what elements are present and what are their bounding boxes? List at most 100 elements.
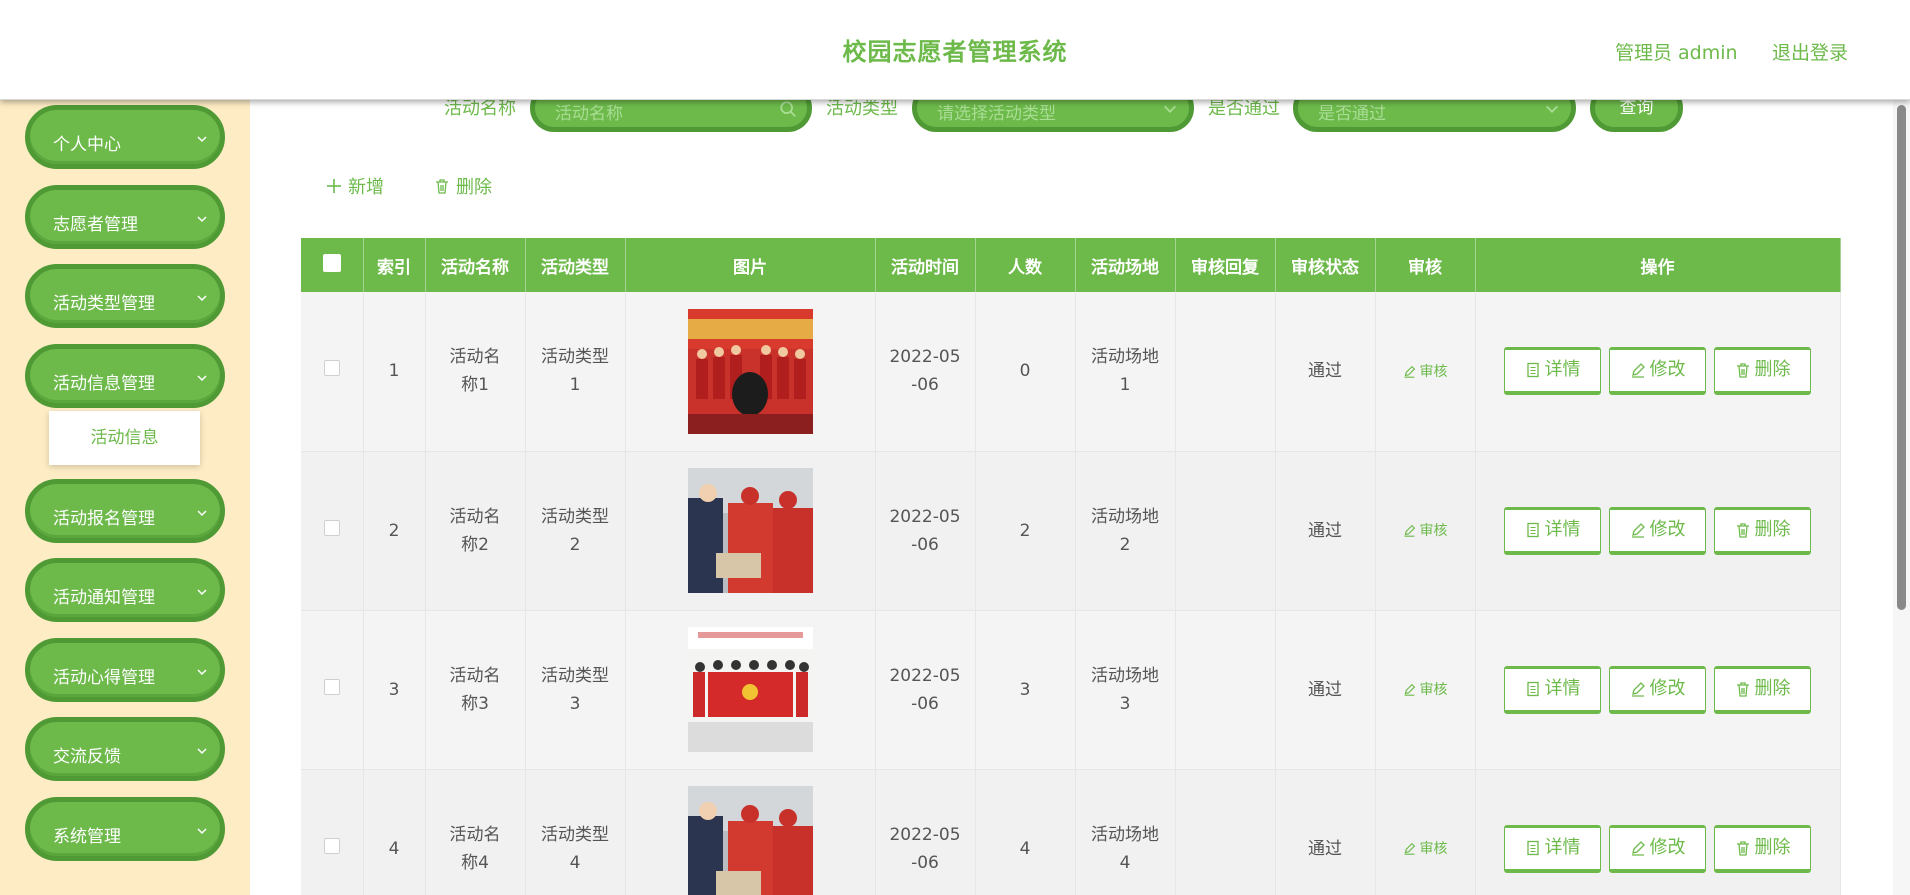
sidebar-item-registration-mgmt[interactable]: 活动报名管理: [25, 479, 225, 543]
sidebar-subitem-activity-info[interactable]: 活动信息: [49, 411, 200, 465]
sidebar-item-activity-info-mgmt[interactable]: 活动信息管理: [25, 344, 225, 408]
detail-button[interactable]: 详情: [1504, 824, 1601, 873]
edit-label: 修改: [1649, 518, 1686, 540]
detail-button[interactable]: 详情: [1504, 665, 1601, 714]
chevron-down-icon: [197, 216, 207, 223]
row-checkbox[interactable]: [323, 519, 340, 536]
row-delete-button[interactable]: 删除: [1714, 506, 1811, 555]
detail-label: 详情: [1544, 836, 1581, 858]
column-header: 审核: [1375, 238, 1476, 292]
plus-icon: [327, 179, 341, 193]
table-header-row: 索引 活动名称 活动类型 图片 活动时间 人数 活动场地 审核回复 审核状态 审…: [301, 238, 1841, 292]
select-all-checkbox[interactable]: [322, 253, 341, 272]
edit-label: 修改: [1649, 836, 1686, 858]
table-row: 1 活动名称1 活动类型1 2022-05-06 0 活动场地1 通过 审核 详情 修改 删除: [301, 292, 1841, 452]
index-cell: 2: [363, 451, 426, 611]
type-cell: 活动类型4: [525, 769, 626, 895]
row-select-cell[interactable]: [301, 769, 364, 895]
vertical-scrollbar[interactable]: [1893, 100, 1910, 895]
column-header: 索引: [363, 238, 426, 292]
trash-icon: [1736, 840, 1749, 856]
sidebar-item-label: 活动通知管理: [53, 588, 155, 608]
actions-cell: 详情 修改 删除: [1475, 451, 1841, 611]
add-button[interactable]: 新增: [326, 173, 384, 199]
row-select-cell[interactable]: [301, 451, 364, 611]
logout-link[interactable]: 退出登录: [1772, 38, 1848, 65]
sidebar-item-experience-mgmt[interactable]: 活动心得管理: [25, 638, 225, 702]
image-cell: [625, 769, 876, 895]
activity-name-placeholder: 活动名称: [555, 104, 623, 124]
audit-link[interactable]: 审核: [1403, 841, 1448, 857]
scrollbar-thumb[interactable]: [1897, 105, 1906, 610]
venue-text: 活动场地2: [1091, 506, 1159, 555]
reply-cell: [1175, 292, 1276, 452]
bulk-delete-button[interactable]: 删除: [434, 173, 492, 199]
activity-table: 索引 活动名称 活动类型 图片 活动时间 人数 活动场地 审核回复 审核状态 审…: [301, 238, 1841, 895]
index-cell: 1: [363, 292, 426, 452]
sidebar-item-label: 活动心得管理: [53, 668, 155, 688]
time-text: 2022-05-06: [889, 506, 961, 555]
row-checkbox[interactable]: [323, 360, 340, 377]
audit-link[interactable]: 审核: [1403, 682, 1448, 698]
chevron-down-icon: [197, 669, 207, 676]
row-checkbox[interactable]: [323, 837, 340, 854]
activity-image: [687, 468, 813, 593]
detail-button[interactable]: 详情: [1504, 506, 1601, 555]
edit-button[interactable]: 修改: [1609, 506, 1706, 555]
row-delete-button[interactable]: 删除: [1714, 824, 1811, 873]
column-header: 活动场地: [1075, 238, 1176, 292]
venue-cell: 活动场地4: [1075, 769, 1176, 895]
row-checkbox[interactable]: [323, 678, 340, 695]
venue-cell: 活动场地1: [1075, 292, 1176, 452]
detail-button[interactable]: 详情: [1504, 347, 1601, 396]
edit-icon: [1404, 842, 1415, 855]
activity-image: [687, 627, 813, 752]
chevron-down-icon: [1163, 105, 1177, 113]
sidebar-item-activity-type-mgmt[interactable]: 活动类型管理: [25, 264, 225, 328]
column-header: 审核回复: [1175, 238, 1276, 292]
sidebar-item-volunteer-mgmt[interactable]: 志愿者管理: [25, 185, 225, 249]
edit-button[interactable]: 修改: [1609, 665, 1706, 714]
venue-text: 活动场地4: [1091, 824, 1159, 873]
chevron-down-icon: [197, 136, 207, 143]
name-cell: 活动名称3: [425, 610, 526, 770]
row-delete-button[interactable]: 删除: [1714, 347, 1811, 396]
chevron-down-icon: [197, 748, 207, 755]
sidebar-item-feedback[interactable]: 交流反馈: [25, 717, 225, 781]
sidebar-item-notice-mgmt[interactable]: 活动通知管理: [25, 558, 225, 622]
row-select-cell[interactable]: [301, 292, 364, 452]
edit-icon: [1631, 363, 1645, 378]
trash-icon: [1736, 363, 1749, 378]
detail-label: 详情: [1544, 518, 1581, 540]
audit-link[interactable]: 审核: [1403, 523, 1448, 539]
actions-cell: 详情 修改 删除: [1475, 769, 1841, 895]
audit-link-label: 审核: [1419, 523, 1448, 539]
name-cell: 活动名称4: [425, 769, 526, 895]
time-cell: 2022-05-06: [875, 292, 976, 452]
name-text: 活动名称3: [449, 665, 501, 714]
count-cell: 0: [975, 292, 1076, 452]
edit-button[interactable]: 修改: [1609, 824, 1706, 873]
document-icon: [1526, 840, 1539, 855]
table-row: 3 活动名称3 活动类型3 2022-05-06 3 活动场地3 通过 审核 详情 修改 删除: [301, 610, 1841, 770]
table-body: 1 活动名称1 活动类型1 2022-05-06 0 活动场地1 通过 审核 详情 修改 删除 2 活动…: [301, 292, 1841, 895]
sidebar-item-label: 活动信息管理: [53, 374, 155, 394]
passed-status-placeholder: 是否通过: [1318, 104, 1386, 124]
select-all-header[interactable]: [301, 238, 364, 292]
sidebar-item-personal-center[interactable]: 个人中心: [25, 105, 225, 169]
time-text: 2022-05-06: [889, 665, 961, 714]
type-cell: 活动类型1: [525, 292, 626, 452]
sidebar-item-label: 交流反馈: [53, 747, 121, 767]
edit-button[interactable]: 修改: [1609, 347, 1706, 396]
sidebar-item-label: 志愿者管理: [53, 215, 138, 235]
sidebar-item-system-mgmt[interactable]: 系统管理: [25, 797, 225, 861]
row-delete-button[interactable]: 删除: [1714, 665, 1811, 714]
chevron-down-icon: [1545, 105, 1559, 113]
image-cell: [625, 451, 876, 611]
add-button-label: 新增: [348, 177, 384, 198]
chevron-down-icon: [197, 828, 207, 835]
audit-link[interactable]: 审核: [1403, 364, 1448, 380]
activity-image: [687, 308, 813, 434]
row-select-cell[interactable]: [301, 610, 364, 770]
time-text: 2022-05-06: [889, 347, 961, 396]
